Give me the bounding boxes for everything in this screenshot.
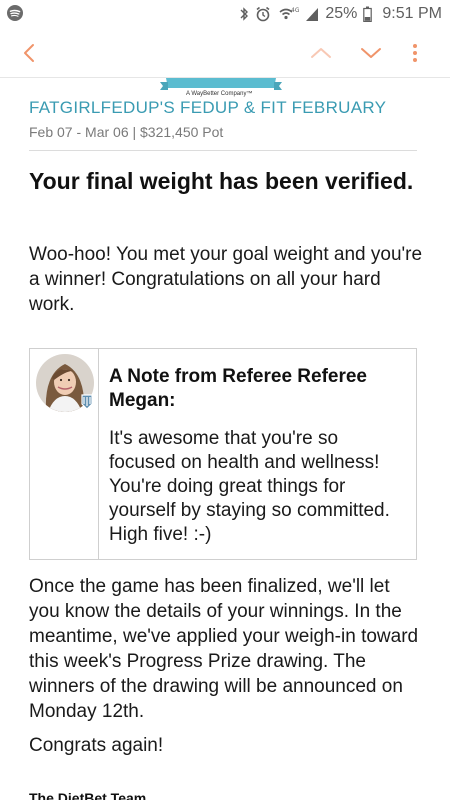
congrats-paragraph: Congrats again! [29, 735, 164, 756]
referee-badge-icon [81, 394, 93, 410]
alarm-icon [256, 6, 270, 22]
battery-icon [363, 6, 373, 22]
clock: 9:51 PM [382, 5, 442, 22]
note-body: It's awesome that you're so focused on h… [109, 428, 390, 545]
back-button[interactable] [14, 38, 44, 68]
chevron-down-icon [361, 48, 381, 58]
signoff: The DietBet Team [29, 790, 147, 800]
headline: Your final weight has been verified. [29, 168, 414, 194]
wifi-icon: 4G [279, 7, 299, 20]
winnings-paragraph: Once the game has been finalized, we'll … [29, 576, 419, 722]
bluetooth-icon [240, 7, 249, 21]
network-label: 4G [291, 7, 299, 14]
more-options-icon [413, 44, 417, 62]
status-indicators: 4G 25% 9:51 PM [239, 5, 442, 23]
email-toolbar [0, 28, 450, 78]
referee-note: A Note from Referee Referee Megan: It's … [29, 348, 417, 560]
challenge-meta: Feb 07 - Mar 06 | $321,450 Pot [29, 124, 224, 140]
chevron-up-icon [311, 48, 331, 58]
spotify-icon [7, 5, 23, 21]
status-bar: 4G 25% 9:51 PM [0, 0, 450, 28]
note-divider [98, 349, 99, 559]
banner-caption: A WayBetter Company™ [186, 91, 253, 97]
more-options-button[interactable] [400, 38, 430, 68]
email-body: A WayBetter Company™ FATGIRLFEDUP'S FEDU… [0, 78, 450, 800]
previous-message-button[interactable] [306, 38, 336, 68]
referee-avatar [36, 354, 94, 412]
next-message-button[interactable] [356, 38, 386, 68]
intro-paragraph: Woo-hoo! You met your goal weight and yo… [29, 244, 423, 315]
note-title: A Note from Referee Referee Megan: [109, 366, 367, 411]
signal-icon [306, 8, 319, 21]
battery-percent: 25% [325, 5, 358, 22]
divider [29, 150, 417, 151]
back-arrow-icon [24, 44, 34, 62]
challenge-title[interactable]: FATGIRLFEDUP'S FEDUP & FIT FEBRUARY [29, 98, 386, 118]
